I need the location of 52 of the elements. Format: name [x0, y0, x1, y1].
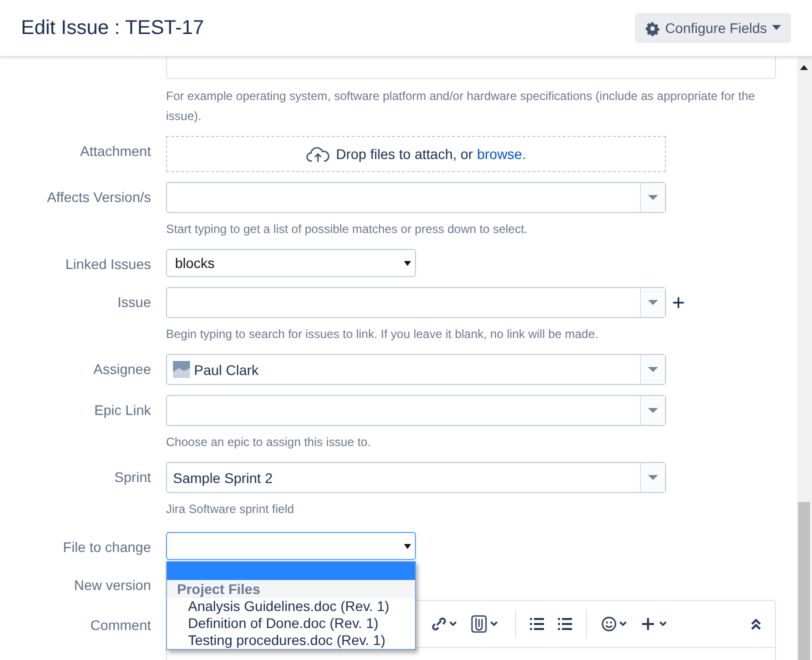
- drop-text: Drop files to attach, or: [336, 146, 473, 162]
- dialog-title: Edit Issue : TEST-17: [21, 16, 204, 40]
- field-label: Attachment: [80, 143, 151, 159]
- file-drop-zone[interactable]: Drop files to attach, or browse.: [166, 136, 666, 172]
- select-field[interactable]: [166, 532, 416, 560]
- field-label: New version: [74, 577, 151, 593]
- help-text: Begin typing to search for issues to link. If you leave it blank, no link will be made.: [166, 326, 600, 343]
- browse-link[interactable]: browse.: [476, 146, 526, 162]
- field-label: Epic Link: [94, 402, 151, 418]
- link-icon[interactable]: [431, 617, 457, 631]
- field-label: Affects Version/s: [46, 189, 151, 205]
- insert-icon[interactable]: [641, 617, 667, 631]
- help-text: Choose an epic to assign this issue to.: [166, 434, 372, 451]
- numbered-list-icon[interactable]: [558, 618, 572, 630]
- help-text: Jira Software sprint field: [166, 501, 296, 518]
- bullet-list-icon[interactable]: [530, 618, 544, 630]
- help-text: For example operating system, software platform and/or hardware specifications (include as appropriate for the issue).: [166, 88, 756, 125]
- dropdown-arrow-icon: [648, 408, 658, 414]
- select-field[interactable]: Sample Sprint 2: [166, 462, 666, 493]
- select-field[interactable]: Paul Clark: [166, 354, 666, 385]
- select-field[interactable]: [166, 287, 666, 318]
- field-label: File to change: [63, 539, 151, 555]
- dropdown-arrow-icon: [648, 474, 658, 480]
- caret-icon: [404, 544, 411, 548]
- caret-icon: [404, 260, 411, 266]
- scrollbar-thumb[interactable]: [798, 502, 810, 660]
- collapse-icon[interactable]: [751, 618, 761, 630]
- select-field[interactable]: [166, 395, 666, 426]
- dropdown-option[interactable]: Definition of Done.doc (Rev. 1): [167, 615, 415, 632]
- add-link-button[interactable]: +: [672, 292, 685, 312]
- help-text: Start typing to get a list of possible matches or press down to select.: [166, 221, 529, 238]
- scrollbar[interactable]: [797, 57, 812, 660]
- select-field[interactable]: [166, 182, 666, 213]
- option-group-label: Project Files: [167, 580, 415, 598]
- configure-fields-button[interactable]: Configure Fields: [635, 13, 791, 43]
- emoji-icon[interactable]: [601, 616, 627, 632]
- dropdown-option[interactable]: Analysis Guidelines.doc (Rev. 1): [167, 598, 415, 615]
- dropdown-option[interactable]: Testing procedures.doc (Rev. 1): [167, 632, 415, 649]
- field-label: Linked Issues: [65, 256, 151, 272]
- avatar-icon: [173, 361, 190, 378]
- field-label: Sprint: [114, 469, 151, 485]
- dropdown-arrow-icon: [648, 300, 658, 306]
- dropdown-arrow-icon: [648, 366, 658, 372]
- field-label: Assignee: [93, 361, 151, 377]
- select-field[interactable]: blocks: [166, 249, 416, 277]
- caret-icon: [772, 25, 781, 31]
- field-label: Issue: [118, 294, 151, 310]
- scroll-up-icon[interactable]: [800, 65, 808, 70]
- gear-icon: [645, 20, 660, 36]
- cloud-upload-icon: [306, 145, 330, 163]
- dropdown-arrow-icon: [648, 194, 658, 200]
- field-label: Comment: [90, 617, 151, 633]
